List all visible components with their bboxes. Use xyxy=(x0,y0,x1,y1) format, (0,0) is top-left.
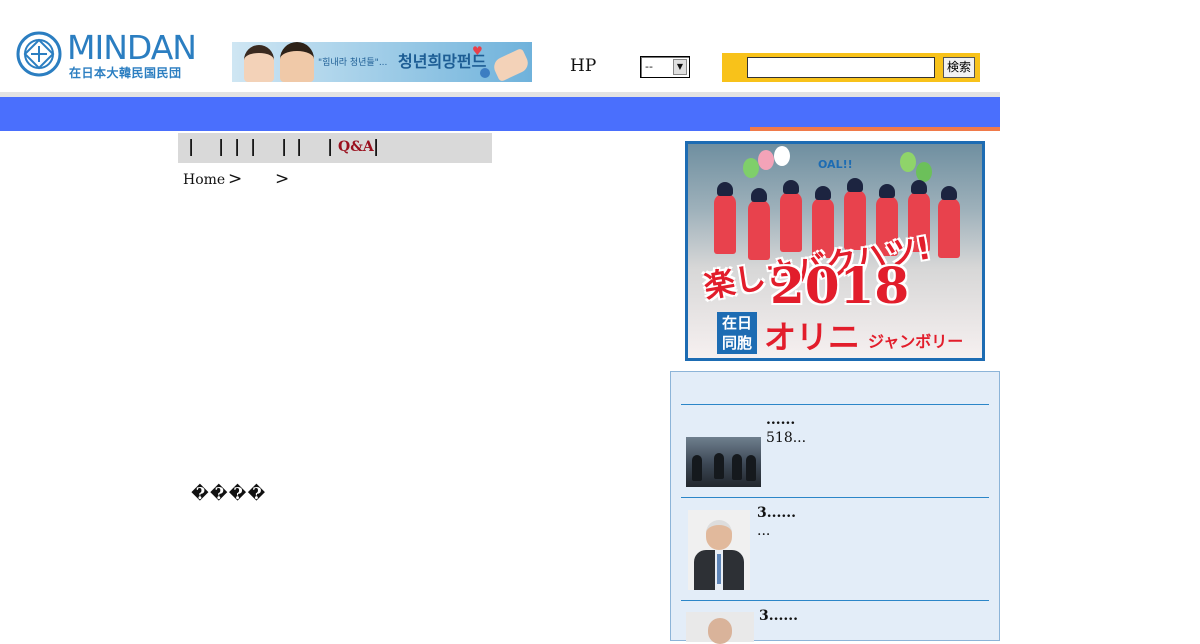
menu-separator: | xyxy=(296,137,303,157)
sub-menu: | | | | | | | Q&A | xyxy=(178,133,492,163)
search-input[interactable] xyxy=(747,57,935,78)
portrait-head xyxy=(706,520,732,550)
qa-menu-link[interactable]: Q&A xyxy=(338,139,374,155)
person-figure xyxy=(714,453,724,479)
balloon-image xyxy=(743,158,759,178)
main-nav-bar[interactable] xyxy=(0,97,1000,131)
nav-accent-line xyxy=(750,127,1000,131)
promo-year: 2018 xyxy=(770,256,910,315)
menu-separator: | xyxy=(188,137,195,157)
menu-separator: | xyxy=(218,137,225,157)
balloon-image xyxy=(774,146,790,166)
news-description: ... xyxy=(757,523,771,539)
orini-jamboree-banner[interactable]: OAL!! 楽しさバクハツ! 2018 在日 同胞 オリニ ジャンボリー xyxy=(685,141,985,361)
news-panel: ...... 518... 3...... ... 3...... xyxy=(670,371,1000,644)
promo-event-name: オリニ xyxy=(764,318,861,356)
search-bar: 検索 xyxy=(722,53,980,82)
search-button[interactable]: 検索 xyxy=(943,57,975,78)
hp-label: HP xyxy=(570,56,597,76)
menu-separator: | xyxy=(327,137,334,157)
news-title-link[interactable]: 3...... xyxy=(759,608,798,624)
news-divider xyxy=(681,600,989,601)
coin-image xyxy=(480,68,490,78)
promo-event-subtitle: ジャンボリー xyxy=(868,332,964,351)
news-description: 518... xyxy=(766,430,807,446)
breadcrumb-separator: > xyxy=(275,169,290,189)
balloon-image xyxy=(916,162,932,182)
youth-hope-fund-banner[interactable]: "힘내라 청년들"... 청년희망펀드 ♥ xyxy=(232,42,532,82)
breadcrumb-separator: > xyxy=(228,169,243,189)
promo-label-box: 在日 同胞 xyxy=(717,312,757,354)
person-figure xyxy=(732,454,742,480)
news-thumbnail[interactable] xyxy=(686,612,754,644)
mindan-emblem-icon xyxy=(16,31,62,77)
site-select-dropdown[interactable]: -- ▼ xyxy=(640,56,690,78)
balloon-image xyxy=(900,152,916,172)
chevron-down-icon[interactable]: ▼ xyxy=(673,59,687,75)
balloon-image xyxy=(758,150,774,170)
hand-image xyxy=(490,47,532,82)
child-figure xyxy=(780,180,802,252)
portrait-tie xyxy=(717,554,721,584)
news-divider xyxy=(681,497,989,498)
news-title-link[interactable]: ...... xyxy=(766,412,795,428)
select-value: -- xyxy=(645,60,653,73)
banner-person-image xyxy=(244,45,274,82)
person-figure xyxy=(746,455,756,481)
news-thumbnail[interactable] xyxy=(686,437,761,487)
menu-separator: | xyxy=(281,137,288,157)
menu-separator: | xyxy=(234,137,241,157)
portrait-head xyxy=(708,618,732,644)
promo-photo-banner-text: OAL!! xyxy=(818,158,853,171)
mindan-logo[interactable]: MINDAN 在日本大韓民国民団 xyxy=(15,28,205,82)
menu-separator: | xyxy=(373,137,380,157)
breadcrumb-home-link[interactable]: Home xyxy=(183,172,225,188)
logo-subtitle: 在日本大韓民国民団 xyxy=(69,66,182,80)
banner-person-image xyxy=(280,42,314,82)
logo-wordmark: MINDAN xyxy=(67,28,197,67)
child-figure xyxy=(714,182,736,254)
child-figure xyxy=(938,186,960,258)
person-figure xyxy=(692,455,702,481)
news-thumbnail[interactable] xyxy=(688,510,750,590)
promo-box-line: 在日 xyxy=(721,314,752,332)
heart-icon: ♥ xyxy=(472,44,483,58)
garbled-text: ���� xyxy=(191,484,267,503)
news-title-link[interactable]: 3...... xyxy=(757,505,796,521)
banner-small-text: "힘내라 청년들"... xyxy=(318,58,388,68)
news-divider xyxy=(681,404,989,405)
menu-separator: | xyxy=(250,137,257,157)
promo-box-line: 同胞 xyxy=(721,334,752,352)
